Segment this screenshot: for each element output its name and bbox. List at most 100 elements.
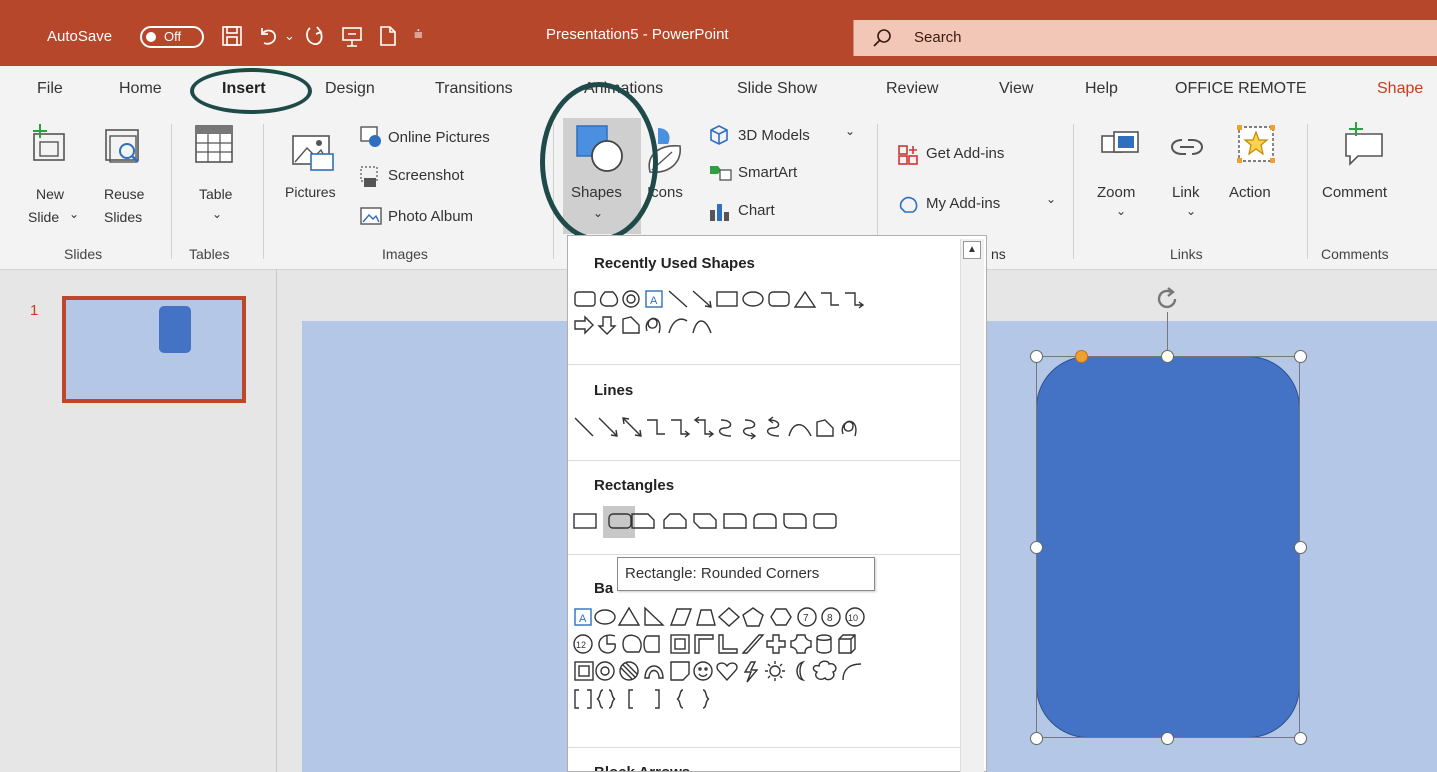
rotate-handle-icon[interactable] <box>1154 286 1180 312</box>
resize-handle-top[interactable] <box>1161 350 1174 363</box>
svg-text:8: 8 <box>827 613 833 624</box>
undo-icon[interactable] <box>256 24 280 48</box>
tab-shape-format[interactable]: Shape <box>1377 80 1423 98</box>
table-label[interactable]: Table <box>199 186 232 202</box>
svg-text:A: A <box>650 295 658 307</box>
rectangles-row[interactable] <box>572 510 962 534</box>
document-title: Presentation5 - PowerPoint <box>546 26 729 43</box>
chart-button[interactable]: Chart <box>738 202 775 219</box>
ribbon-separator <box>171 124 172 259</box>
3d-models-button[interactable]: 3D Models <box>738 127 810 144</box>
group-label-slides: Slides <box>64 246 103 262</box>
autosave-toggle[interactable]: Off <box>140 26 204 48</box>
arc-icon <box>668 318 688 334</box>
round-corner-rectangle-icon <box>723 513 747 529</box>
tab-transitions[interactable]: Transitions <box>435 80 513 98</box>
snip-same-side-rectangle-icon <box>663 513 687 529</box>
link-icon[interactable] <box>1166 130 1206 164</box>
new-slide-dropdown-icon[interactable]: ⌄ <box>69 207 79 221</box>
tab-slide-show[interactable]: Slide Show <box>737 80 817 98</box>
insert-tab-annotation-circle <box>190 68 312 114</box>
get-add-ins-button[interactable]: Get Add-ins <box>926 145 1004 162</box>
table-icon[interactable] <box>194 124 236 166</box>
scroll-up-icon[interactable]: ▲ <box>963 241 981 259</box>
reuse-slides-label-2[interactable]: Slides <box>104 209 142 225</box>
tab-home[interactable]: Home <box>119 80 162 98</box>
basic-shapes-grid[interactable]: A 7 8 10 12 <box>573 606 963 736</box>
thumbnail-shape <box>159 306 191 353</box>
customize-toolbar-icon[interactable]: ⩧ <box>414 26 423 43</box>
donut-icon <box>622 290 640 308</box>
zoom-icon[interactable] <box>1100 130 1140 164</box>
title-bar: AutoSave Off ⌄ ⩧ Presentation5 - PowerPo… <box>0 0 1437 66</box>
online-pictures-button[interactable]: Online Pictures <box>388 129 490 146</box>
reuse-slides-label-1[interactable]: Reuse <box>104 186 144 202</box>
recent-shapes-row[interactable]: A <box>573 289 963 347</box>
reuse-slides-icon[interactable] <box>104 128 144 168</box>
table-dropdown-icon[interactable]: ⌄ <box>212 207 222 221</box>
save-icon[interactable] <box>220 24 244 48</box>
new-slide-label-2[interactable]: Slide <box>28 209 59 225</box>
resize-handle-right[interactable] <box>1294 541 1307 554</box>
ribbon-separator <box>1073 124 1074 259</box>
resize-handle-top-left[interactable] <box>1030 350 1043 363</box>
redo-icon[interactable] <box>302 24 326 48</box>
comment-label[interactable]: Comment <box>1322 184 1387 201</box>
resize-handle-bottom-left[interactable] <box>1030 732 1043 745</box>
screenshot-button[interactable]: Screenshot <box>388 167 464 184</box>
action-icon[interactable] <box>1236 124 1276 164</box>
section-rectangles: Rectangles <box>594 477 675 494</box>
link-dropdown-icon[interactable]: ⌄ <box>1186 204 1196 218</box>
gallery-scrollbar[interactable]: ▲ <box>960 239 984 772</box>
ribbon-separator <box>1307 124 1308 259</box>
screenshot-icon <box>360 166 378 187</box>
snip-diagonal-rectangle-icon <box>693 513 717 529</box>
divider <box>568 554 960 555</box>
my-add-ins-dropdown-icon[interactable]: ⌄ <box>1046 192 1056 206</box>
tab-office-remote[interactable]: OFFICE REMOTE <box>1175 80 1307 98</box>
group-label-add-ins: ns <box>991 246 1006 262</box>
zoom-dropdown-icon[interactable]: ⌄ <box>1116 204 1126 218</box>
online-pictures-icon <box>360 126 381 147</box>
chart-icon <box>710 204 729 221</box>
undo-dropdown-icon[interactable]: ⌄ <box>284 28 295 44</box>
rounded-rectangle-icon <box>813 513 837 529</box>
resize-handle-left[interactable] <box>1030 541 1043 554</box>
section-block-arrows: Block Arrows <box>594 764 690 771</box>
comment-icon[interactable] <box>1342 122 1388 166</box>
my-add-ins-button[interactable]: My Add-ins <box>926 195 1000 212</box>
new-slide-icon[interactable] <box>30 124 70 164</box>
pictures-label[interactable]: Pictures <box>285 184 336 200</box>
photo-album-button[interactable]: Photo Album <box>388 208 473 225</box>
elbow-connector-icon <box>821 292 839 306</box>
section-recently-used: Recently Used Shapes <box>594 255 755 272</box>
tab-design[interactable]: Design <box>325 80 375 98</box>
my-add-ins-icon <box>899 196 918 213</box>
resize-handle-bottom-right[interactable] <box>1294 732 1307 745</box>
group-label-tables: Tables <box>189 246 230 262</box>
action-label[interactable]: Action <box>1229 184 1271 201</box>
zoom-label[interactable]: Zoom <box>1097 184 1135 201</box>
tab-view[interactable]: View <box>999 80 1033 98</box>
tab-review[interactable]: Review <box>886 80 938 98</box>
search-placeholder: Search <box>914 29 962 46</box>
freeform-icon <box>622 316 640 334</box>
search-box[interactable]: Search <box>853 20 1437 56</box>
present-from-beginning-icon[interactable] <box>340 24 364 48</box>
lines-row[interactable] <box>573 416 963 442</box>
link-label[interactable]: Link <box>1172 184 1200 201</box>
new-slide-label-1[interactable]: New <box>36 186 64 202</box>
teardrop-icon <box>599 291 619 307</box>
tab-file[interactable]: File <box>37 80 63 98</box>
shape-tooltip: Rectangle: Rounded Corners <box>617 557 875 591</box>
new-document-icon[interactable] <box>376 24 400 48</box>
3d-models-dropdown-icon[interactable]: ⌄ <box>845 124 855 138</box>
tab-help[interactable]: Help <box>1085 80 1118 98</box>
slide-thumbnail[interactable] <box>62 296 246 403</box>
resize-handle-top-right[interactable] <box>1294 350 1307 363</box>
corner-radius-handle[interactable] <box>1075 350 1088 363</box>
smartart-button[interactable]: SmartArt <box>738 164 797 181</box>
pictures-icon[interactable] <box>291 134 337 174</box>
resize-handle-bottom[interactable] <box>1161 732 1174 745</box>
divider <box>568 747 960 748</box>
